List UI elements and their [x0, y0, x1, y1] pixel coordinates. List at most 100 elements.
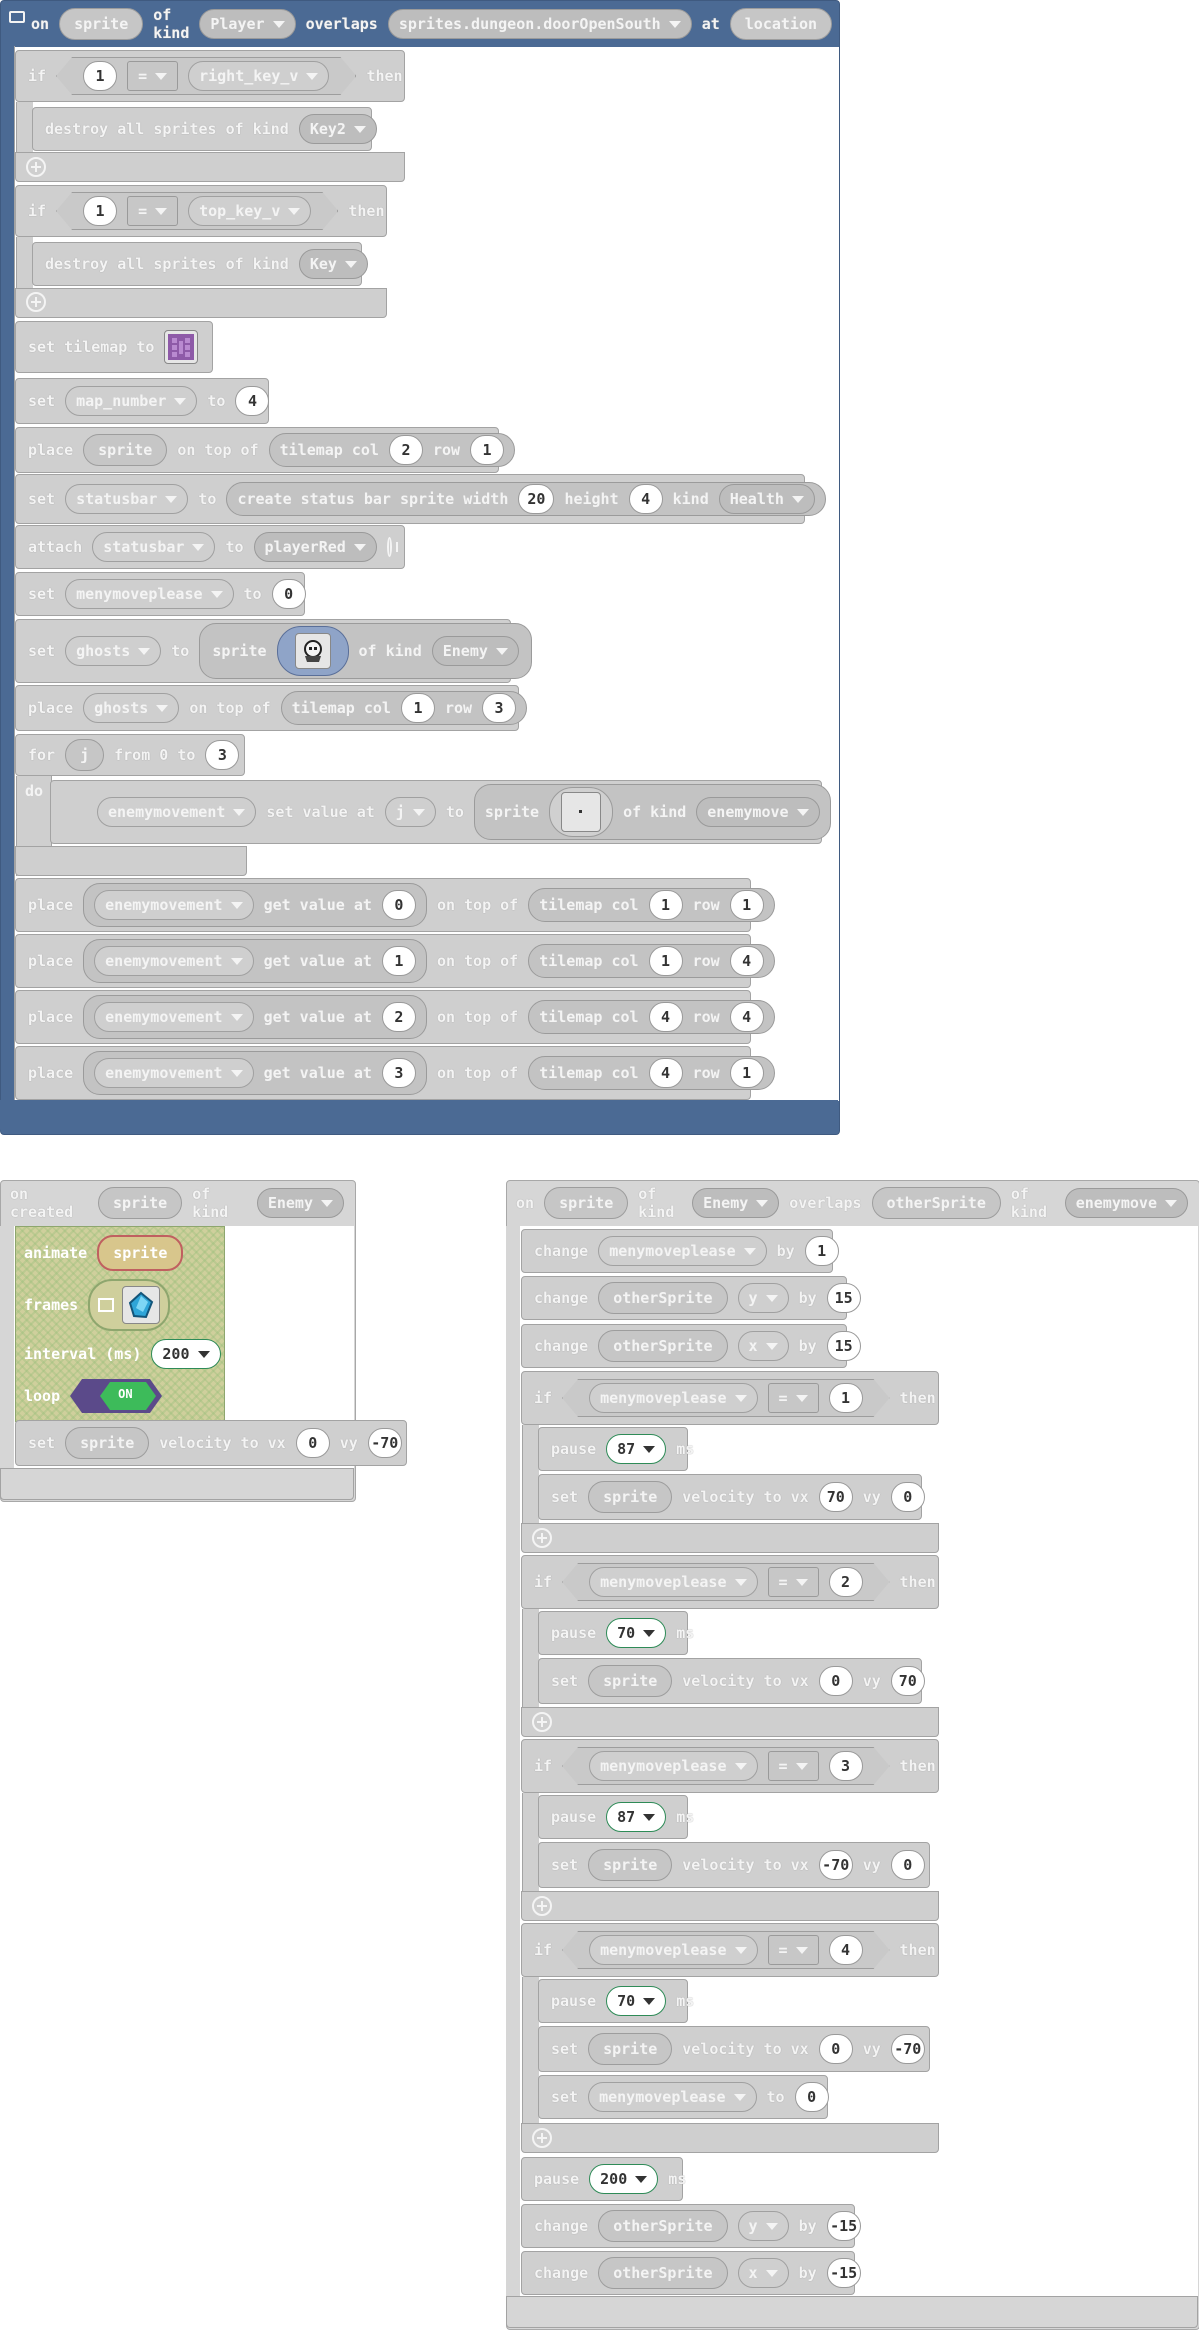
- duration-dropdown[interactable]: 70: [606, 1986, 667, 2016]
- other-sprite-variable[interactable]: otherSprite: [598, 1330, 728, 1362]
- vy-input[interactable]: 0: [890, 1482, 925, 1512]
- array-variable-dropdown[interactable]: enemymovement: [94, 1058, 254, 1088]
- frames-field[interactable]: [88, 1279, 171, 1331]
- row-input[interactable]: 1: [729, 890, 764, 920]
- number-input[interactable]: -15: [826, 2211, 861, 2241]
- place-array-item-block[interactable]: place enemymovement get value at 3 on top of…: [15, 1046, 775, 1100]
- place-array-item-block[interactable]: place enemymovement get value at 0 on top of…: [15, 878, 775, 932]
- compare-condition[interactable]: menymoveplease = 1: [562, 1379, 889, 1417]
- array-variable-dropdown[interactable]: enemymovement: [94, 890, 254, 920]
- if-block-top-key[interactable]: if 1 = top_key_v then: [15, 185, 387, 237]
- duration-dropdown[interactable]: 87: [606, 1434, 667, 1464]
- row-input[interactable]: 3: [482, 693, 517, 723]
- vx-input[interactable]: 0: [818, 1666, 853, 1696]
- array-get-value[interactable]: enemymovement get value at 3: [83, 1051, 427, 1095]
- if-menymove-block[interactable]: if menymoveplease = 4 then: [521, 1923, 939, 1977]
- index-input[interactable]: 3: [381, 1058, 416, 1088]
- tilemap-location[interactable]: tilemap col 4 row 4: [528, 1000, 775, 1034]
- vy-input[interactable]: -70: [890, 2034, 925, 2064]
- height-input[interactable]: 4: [628, 484, 663, 514]
- sprite-variable[interactable]: sprite: [588, 1665, 673, 1697]
- kind-dropdown[interactable]: Enemy: [256, 1188, 344, 1218]
- if-menymove-block[interactable]: if menymoveplease = 3 then: [521, 1739, 939, 1793]
- other-sprite-variable[interactable]: otherSprite: [871, 1187, 1001, 1219]
- blank-image-icon[interactable]: [549, 787, 614, 837]
- comment-icon[interactable]: [9, 11, 25, 23]
- index-input[interactable]: 2: [381, 1002, 416, 1032]
- add-else-icon[interactable]: [532, 1896, 552, 1916]
- col-input[interactable]: 2: [388, 435, 423, 465]
- for-loop-block[interactable]: for j from 0 to 3: [15, 734, 245, 776]
- row-input[interactable]: 4: [729, 946, 764, 976]
- variable-dropdown[interactable]: right_key_v: [188, 61, 329, 91]
- sprite-variable[interactable]: sprite: [83, 434, 168, 466]
- variable-dropdown[interactable]: menymoveplease: [589, 1751, 757, 1781]
- number-input[interactable]: 15: [826, 1331, 861, 1361]
- destroy-block-key[interactable]: destroy all sprites of kind Key: [32, 242, 368, 286]
- kind-dropdown[interactable]: Key: [298, 249, 368, 279]
- place-array-item-block[interactable]: place enemymovement get value at 1 on top of…: [15, 934, 775, 988]
- variable-dropdown[interactable]: statusbar: [65, 484, 189, 514]
- pause-block[interactable]: pause 70 ms: [538, 1611, 694, 1655]
- compare-condition[interactable]: menymoveplease = 2: [562, 1563, 889, 1601]
- add-else-icon[interactable]: [532, 1528, 552, 1548]
- variable-dropdown[interactable]: map_number: [65, 386, 198, 416]
- tilemap-location[interactable]: tilemap col 2 row 1: [268, 433, 516, 467]
- number-input[interactable]: 3: [829, 1751, 863, 1781]
- tilemap-location[interactable]: tilemap col 1 row 4: [528, 944, 775, 978]
- create-status-bar[interactable]: create status bar sprite width 20 height 4 k…: [226, 482, 826, 516]
- row-input[interactable]: 4: [729, 1002, 764, 1032]
- destroy-block-key2[interactable]: destroy all sprites of kind Key2: [32, 107, 377, 151]
- sprite-variable[interactable]: sprite: [588, 1849, 673, 1881]
- index-dropdown[interactable]: j: [384, 797, 436, 827]
- kind-dropdown[interactable]: Health: [718, 484, 815, 514]
- set-velocity-block[interactable]: set sprite velocity to vx 0 vy 70: [538, 1658, 925, 1704]
- kind-dropdown[interactable]: enemymove: [1064, 1188, 1188, 1218]
- row-input[interactable]: 1: [729, 1058, 764, 1088]
- set-map-number-block[interactable]: set map_number to 4: [15, 378, 270, 424]
- add-else-icon[interactable]: [532, 1712, 552, 1732]
- other-sprite-variable[interactable]: otherSprite: [598, 1282, 728, 1314]
- if-block-right-key[interactable]: if 1 = right_key_v then: [15, 50, 405, 102]
- sprite-create[interactable]: sprite of kind Enemy: [199, 623, 532, 679]
- variable-dropdown[interactable]: menymoveplease: [589, 1935, 757, 1965]
- kind-dropdown[interactable]: Enemy: [431, 636, 519, 666]
- set-statusbar-block[interactable]: set statusbar to create status bar sprit…: [15, 474, 826, 524]
- code-workspace[interactable]: on sprite of kind Player overlaps sprite…: [0, 0, 1199, 2331]
- index-input[interactable]: 1: [381, 946, 416, 976]
- if-menymove-block[interactable]: if menymoveplease = 2 then: [521, 1555, 939, 1609]
- pause-block[interactable]: pause 200 ms: [521, 2157, 686, 2201]
- number-input[interactable]: 3: [205, 740, 240, 770]
- vy-input[interactable]: 70: [890, 1666, 925, 1696]
- operator-dropdown[interactable]: =: [768, 1567, 819, 1597]
- if-menymove-block[interactable]: if menymoveplease = 1 then: [521, 1371, 939, 1425]
- operator-dropdown[interactable]: =: [768, 1935, 819, 1965]
- vx-input[interactable]: 0: [295, 1428, 330, 1458]
- add-argument-icon[interactable]: [386, 537, 399, 557]
- operator-dropdown[interactable]: =: [768, 1383, 819, 1413]
- variable-dropdown[interactable]: menymoveplease: [65, 579, 234, 609]
- compare-condition[interactable]: menymoveplease = 4: [562, 1931, 889, 1969]
- col-input[interactable]: 1: [648, 890, 683, 920]
- number-input[interactable]: 4: [235, 386, 270, 416]
- operator-dropdown[interactable]: =: [127, 61, 178, 91]
- change-block[interactable]: change otherSprite x by -15: [521, 2251, 861, 2295]
- number-input[interactable]: 1: [829, 1383, 863, 1413]
- number-input[interactable]: -15: [826, 2258, 861, 2288]
- location-variable[interactable]: location: [729, 8, 833, 40]
- vx-input[interactable]: 0: [818, 2034, 853, 2064]
- array-get-value[interactable]: enemymovement get value at 2: [83, 995, 427, 1039]
- sprite-variable[interactable]: sprite: [588, 2033, 673, 2065]
- other-sprite-variable[interactable]: otherSprite: [598, 2257, 728, 2289]
- number-input[interactable]: 15: [826, 1283, 861, 1313]
- property-dropdown[interactable]: x: [737, 2258, 789, 2288]
- operator-dropdown[interactable]: =: [768, 1751, 819, 1781]
- sprite-variable[interactable]: sprite: [588, 1481, 673, 1513]
- width-input[interactable]: 20: [518, 484, 555, 514]
- duration-dropdown[interactable]: 87: [606, 1802, 667, 1832]
- change-block[interactable]: change otherSprite y by -15: [521, 2204, 861, 2248]
- place-sprite-block[interactable]: place sprite on top of tilemap col 2 row 1: [15, 427, 516, 473]
- number-input[interactable]: 4: [829, 1935, 863, 1965]
- kind-dropdown-player[interactable]: Player: [199, 9, 296, 39]
- add-else-icon[interactable]: [26, 157, 46, 177]
